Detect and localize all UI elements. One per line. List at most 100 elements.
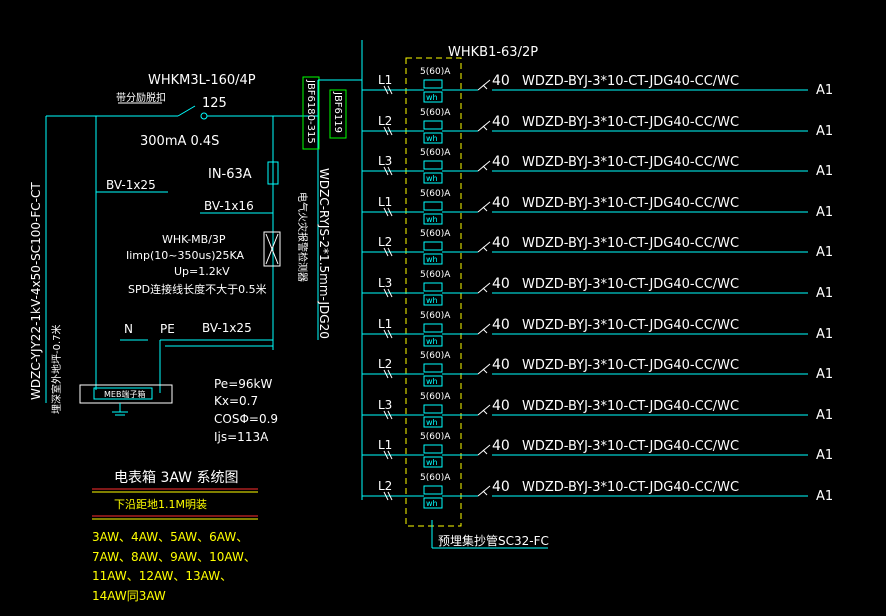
meter-body [423,79,443,89]
spd-note: SPD连接线长度不大于0.5米 [128,282,267,296]
branch-breaker-contact [477,79,491,91]
meter-body [423,323,443,333]
fire-monitor: JBF6180-315 JBF6119 电气火灾报警检测器 WDZC-RYJS-… [296,76,347,339]
meter-rating: 5(60)A [420,67,451,77]
meter-body [423,160,443,170]
spd-model: WHK-MB/3P [162,233,226,246]
system-diagram: WDZC-YJY22-1kV-4x50-SC100-FC-CT 埋深室外地坪-0… [29,40,833,603]
meter-rating: 5(60)A [420,229,451,239]
branch-rating: 40 [492,154,510,170]
fire-monitor-cable: WDZC-RYJS-2*1.5mm-JDG20 [317,168,331,339]
fuse-label: IN-63A [208,167,252,182]
branch-breaker-contact [477,404,491,416]
wh-label: wh [426,215,438,224]
branch-phase: L1 [378,195,392,209]
shunt-trip-note: 带分励脱扣 [116,91,166,104]
branch-rating: 40 [492,276,510,292]
branch-destination: A1 [816,164,833,179]
applies-line-3: 11AW、12AW、13AW、 [92,569,232,583]
param-kx: Kx=0.7 [214,394,258,408]
branch-rating: 40 [492,398,510,414]
branch-destination: A1 [816,286,833,301]
title-block: 电表箱 3AW 系统图 下沿距地1.1M明装 3AW、4AW、5AW、6AW、 … [92,470,258,603]
branch-destination: A1 [816,124,833,139]
wh-label: wh [426,134,438,143]
branch-breaker-contact [477,363,491,375]
meter-rating: 5(60)A [420,311,451,321]
meter-body [423,444,443,454]
wh-label: wh [426,458,438,467]
main-breaker-model: WHKM3L-160/4P [148,73,256,88]
branch-breaker-contact [477,282,491,294]
branch-phase: L2 [378,479,392,493]
wh-label: wh [426,255,438,264]
branch-phase: L2 [378,357,392,371]
spd: WHK-MB/3P Iimp(10~350us)25KA Up=1.2kV SP… [126,231,281,296]
branch-phase: L1 [378,317,392,331]
meter-rating: 5(60)A [420,108,451,118]
branch-cable: WDZD-BYJ-3*10-CT-JDG40-CC/WC [522,236,739,251]
spd-imp: Iimp(10~350us)25KA [126,249,245,262]
bv-wire-1: BV-1x25 [106,178,156,192]
meter-rating: 5(60)A [420,473,451,483]
branch-cable: WDZD-BYJ-3*10-CT-JDG40-CC/WC [522,480,739,495]
main-breaker-rating: 125 [202,96,227,111]
branch-phase: L3 [378,154,392,168]
fuse: IN-63A [208,161,279,185]
branch-phase: L3 [378,398,392,412]
meter-body [423,282,443,292]
branch-breaker-contact [477,201,491,213]
meter-body [423,363,443,373]
param-pe: Pe=96kW [214,377,272,391]
incoming-depth-note: 埋深室外地坪-0.7米 [50,324,63,414]
branch-destination: A1 [816,367,833,382]
branch-destination: A1 [816,408,833,423]
branch-breaker-contact [477,241,491,253]
branch-cable: WDZD-BYJ-3*10-CT-JDG40-CC/WC [522,155,739,170]
branch-rating: 40 [492,479,510,495]
meter-body [423,404,443,414]
branch-rating: 40 [492,73,510,89]
n-terminal: N [124,322,133,336]
diagram-title: 电表箱 3AW 系统图 [114,470,238,486]
branch-phase: L1 [378,438,392,452]
jbf-model-2: JBF6119 [332,91,343,133]
branch-cable: WDZD-BYJ-3*10-CT-JDG40-CC/WC [522,439,739,454]
branch-rating: 40 [492,438,510,454]
leakage-setting: 300mA 0.4S [140,134,219,149]
applies-line-1: 3AW、4AW、5AW、6AW、 [92,530,248,544]
spare-pipe-label: 预埋集抄管SC32-FC [438,533,549,548]
branch-cable: WDZD-BYJ-3*10-CT-JDG40-CC/WC [522,74,739,89]
load-params: Pe=96kW Kx=0.7 COSΦ=0.9 Ijs=113A [214,377,278,444]
wh-label: wh [426,377,438,386]
branch-destination: A1 [816,489,833,504]
branch-phase: L1 [378,73,392,87]
fire-monitor-note: 电气火灾报警检测器 [296,192,309,282]
branch-rating: 40 [492,114,510,130]
branch-breaker-contact [477,120,491,132]
meter-body [423,201,443,211]
branch-cable: WDZD-BYJ-3*10-CT-JDG40-CC/WC [522,358,739,373]
applies-line-2: 7AW、8AW、9AW、10AW、 [92,550,256,564]
branch-breaker-contact [477,160,491,172]
wh-label: wh [426,93,438,102]
wh-label: wh [426,174,438,183]
branch-destination: A1 [816,205,833,220]
wh-label: wh [426,499,438,508]
branch-destination: A1 [816,245,833,260]
incoming-cable-label: WDZC-YJY22-1kV-4x50-SC100-FC-CT [29,182,43,400]
branch-cable: WDZD-BYJ-3*10-CT-JDG40-CC/WC [522,196,739,211]
branch-breaker-contact [477,485,491,497]
incoming-cable: WDZC-YJY22-1kV-4x50-SC100-FC-CT 埋深室外地坪-0… [29,115,78,414]
branch-rating: 40 [492,235,510,251]
branch-destination: A1 [816,448,833,463]
branch-phase: L2 [378,235,392,249]
spd-up: Up=1.2kV [174,265,230,278]
branch-cable: WDZD-BYJ-3*10-CT-JDG40-CC/WC [522,115,739,130]
meter-rating: 5(60)A [420,270,451,280]
meter-body [423,485,443,495]
branch-phase: L3 [378,276,392,290]
branch-breaker-contact [477,444,491,456]
bv-wire-3: BV-1x25 [202,321,252,335]
meter-body [423,120,443,130]
